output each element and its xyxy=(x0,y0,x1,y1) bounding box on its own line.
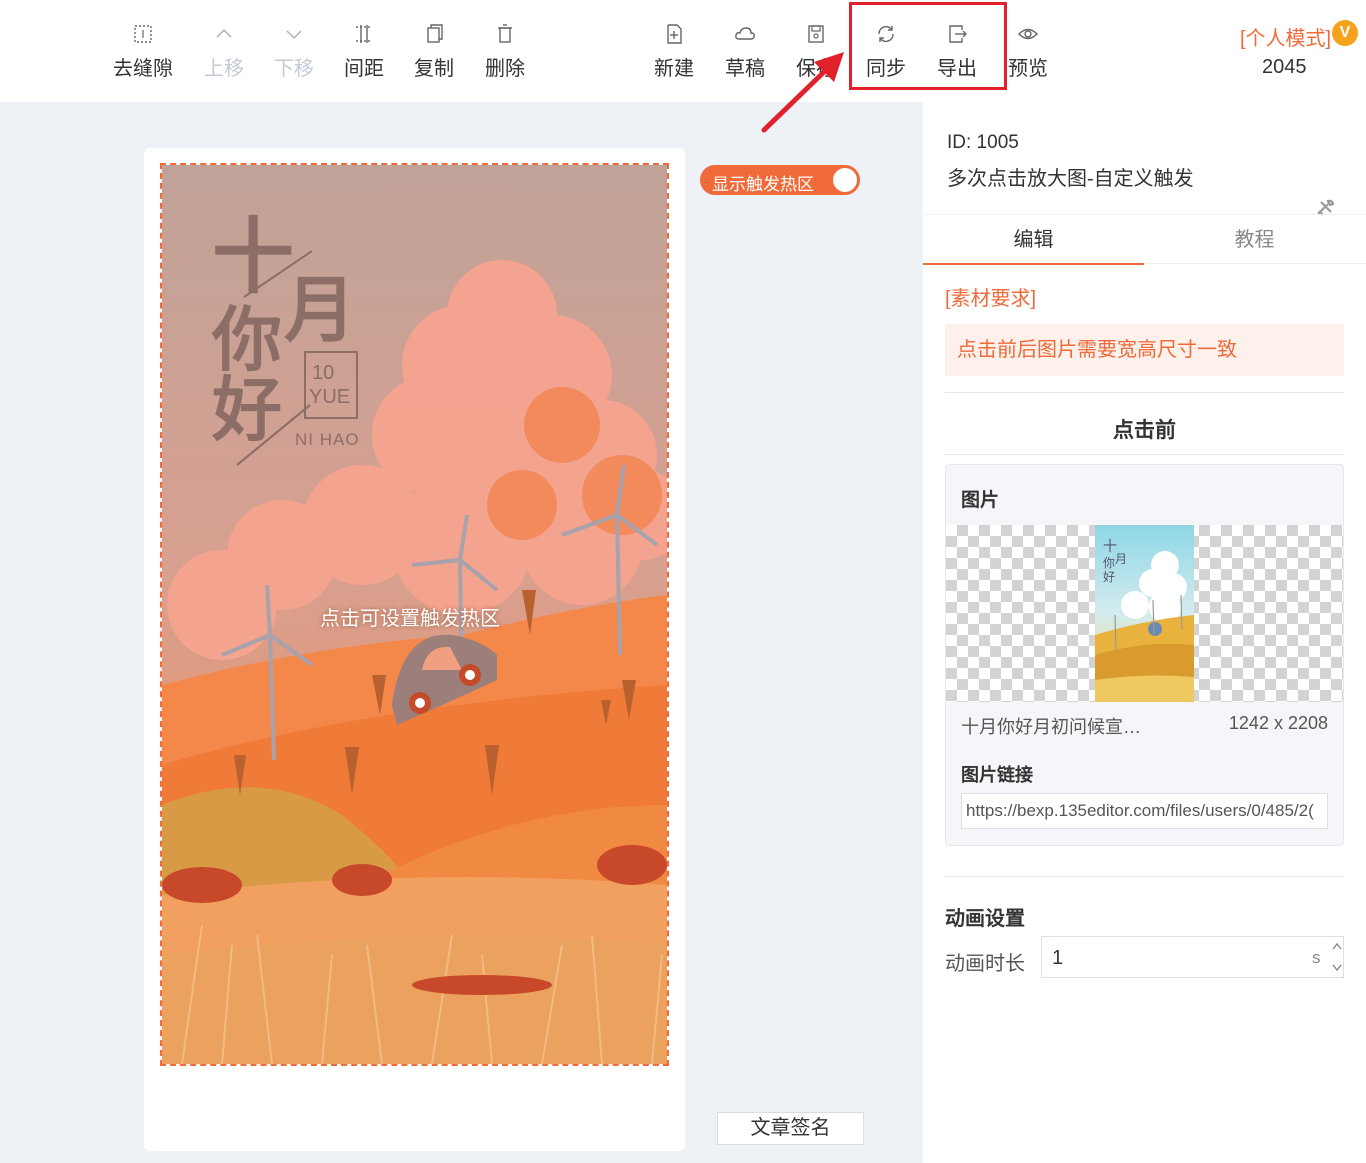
copy-button[interactable]: 复制 xyxy=(399,22,469,88)
spacing-label: 间距 xyxy=(344,58,384,80)
duration-input[interactable]: 1 s xyxy=(1041,936,1344,978)
remove-gap-button[interactable]: 去缝隙 xyxy=(108,22,178,88)
article-signature-button[interactable]: 文章签名 xyxy=(717,1112,864,1145)
animation-settings-title: 动画设置 xyxy=(945,908,1025,930)
divider xyxy=(945,876,1344,877)
properties-panel: ID: 1005 多次点击放大图-自定义触发 编辑 教程 [素材要求] 点击前后… xyxy=(923,102,1366,1163)
personal-mode-link[interactable]: [个人模式] xyxy=(1240,22,1331,51)
requirement-text: 点击前后图片需要宽高尺寸一致 xyxy=(945,324,1344,376)
panel-tabs: 编辑 教程 xyxy=(923,214,1366,265)
chevron-up-icon xyxy=(216,28,232,38)
tab-edit[interactable]: 编辑 xyxy=(923,215,1144,265)
image-thumbnail[interactable]: 十月你好 xyxy=(1095,525,1194,702)
image-preview-area[interactable]: 十月你好 xyxy=(946,525,1343,702)
poster-title-ten: 十 xyxy=(212,212,295,303)
remove-gap-icon xyxy=(134,25,152,43)
toolbar: 去缝隙 上移 下移 间距 复制 删除 新建 草稿 保存 同步 导出 预览 [个人… xyxy=(0,0,1366,102)
image-card-title: 图片 xyxy=(961,490,1000,511)
remove-gap-label: 去缝隙 xyxy=(113,58,173,80)
component-name: 多次点击放大图-自定义触发 xyxy=(947,168,1194,190)
mode-number: 2045 xyxy=(1262,56,1307,78)
svg-text:好: 好 xyxy=(1103,570,1115,584)
copy-icon xyxy=(427,24,443,43)
svg-text:你: 你 xyxy=(1103,556,1115,570)
image-card: 图片 十月你好 十月你好月初问候宣… 1242 x 2208 图片链接 http… xyxy=(945,464,1344,846)
new-button[interactable]: 新建 xyxy=(639,22,709,88)
tab-tutorial[interactable]: 教程 xyxy=(1144,215,1365,265)
image-link-title: 图片链接 xyxy=(961,765,1033,785)
hotspot-hint[interactable]: 点击可设置触发热区 xyxy=(320,602,500,631)
image-link-input[interactable]: https://bexp.135editor.com/files/users/0… xyxy=(961,793,1328,829)
poster-title-month: 月 xyxy=(284,271,357,351)
delete-label: 删除 xyxy=(485,58,525,80)
red-arrow-annotation xyxy=(761,52,844,133)
requirement-title: [素材要求] xyxy=(945,288,1037,310)
duration-unit: s xyxy=(1312,948,1321,967)
before-click-title: 点击前 xyxy=(1113,419,1176,442)
poster-stamp-ten: 10 xyxy=(312,362,335,384)
component-id: ID: 1005 xyxy=(947,132,1019,153)
poster-subtitle: NI HAO xyxy=(295,430,360,449)
image-file-name: 十月你好月初问候宣… xyxy=(961,717,1141,737)
move-down-button[interactable]: 下移 xyxy=(259,22,329,88)
trash-icon xyxy=(498,24,512,43)
show-hotspot-toggle[interactable]: 显示触发热区 xyxy=(700,165,860,195)
vip-badge-icon: V xyxy=(1332,20,1358,46)
move-up-button[interactable]: 上移 xyxy=(189,22,259,88)
new-label: 新建 xyxy=(654,58,694,80)
stepper-arrows-icon xyxy=(1332,942,1342,972)
poster-stamp-yue: YUE xyxy=(309,386,351,408)
show-hotspot-label: 显示触发热区 xyxy=(712,175,814,194)
poster-title-you: 你 xyxy=(212,301,282,379)
sync-export-highlight-box xyxy=(849,2,1007,90)
cloud-icon xyxy=(735,27,755,40)
spacing-button[interactable]: 间距 xyxy=(329,22,399,88)
new-file-icon xyxy=(667,24,682,44)
delete-button[interactable]: 删除 xyxy=(470,22,540,88)
copy-label: 复制 xyxy=(414,58,454,80)
thumbnail-illustration: 十月你好 xyxy=(1095,525,1194,702)
divider xyxy=(945,392,1344,393)
poster-title-good: 好 xyxy=(212,371,282,449)
duration-stepper[interactable] xyxy=(1331,939,1343,975)
eye-icon xyxy=(1018,28,1038,40)
chevron-down-icon xyxy=(286,30,302,40)
move-down-label: 下移 xyxy=(274,58,314,80)
duration-label: 动画时长 xyxy=(945,953,1025,975)
spacing-icon xyxy=(356,25,372,43)
toggle-knob xyxy=(833,168,857,192)
divider xyxy=(945,454,1344,455)
image-file-size: 1242 x 2208 xyxy=(1228,713,1328,733)
svg-text:月: 月 xyxy=(1115,552,1127,566)
move-up-label: 上移 xyxy=(204,58,244,80)
duration-value: 1 xyxy=(1052,947,1064,969)
